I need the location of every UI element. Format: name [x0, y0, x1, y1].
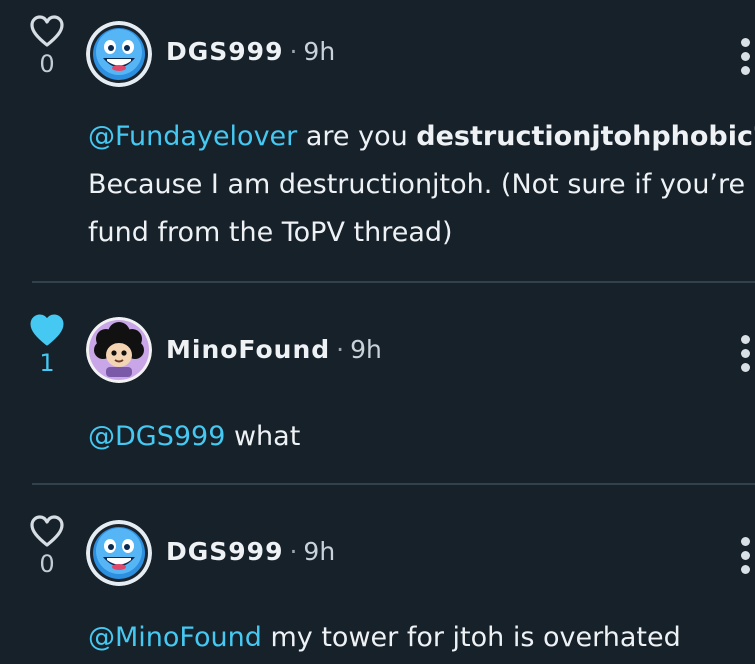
blue-smiley-avatar-icon — [86, 520, 152, 586]
comment-bold-text: destructionjtohphobic? — [416, 121, 755, 152]
separator-dot: · — [289, 537, 298, 566]
sheep-avatar-icon — [86, 317, 152, 383]
avatar[interactable] — [86, 317, 152, 383]
like-count: 1 — [39, 349, 55, 377]
blue-smiley-avatar-icon — [86, 21, 152, 87]
like-count: 0 — [39, 550, 55, 578]
comment-text: are you — [297, 121, 417, 152]
comment-body: @DGS999 what — [88, 413, 755, 461]
comment-line: @DGS999 what — [88, 413, 755, 461]
divider — [32, 281, 755, 283]
avatar[interactable] — [86, 21, 152, 87]
more-options-icon[interactable] — [741, 335, 755, 377]
timestamp: 9h — [303, 37, 336, 66]
like-button[interactable]: 1 — [22, 313, 72, 377]
divider — [32, 483, 755, 485]
heart-outline-icon[interactable] — [29, 14, 65, 48]
comment-line: fund from the ToPV thread) — [88, 217, 453, 248]
comment-text: what — [225, 421, 301, 452]
timestamp: 9h — [303, 537, 336, 566]
mention-link[interactable]: @Fundayelover — [88, 121, 297, 152]
mention-link[interactable]: @DGS999 — [88, 421, 225, 452]
comment-text: my tower for jtoh is overhated — [261, 622, 681, 653]
mention-link[interactable]: @MinoFound — [88, 622, 262, 653]
comment-header: DGS999 · 9h — [166, 537, 335, 567]
more-options-icon[interactable] — [741, 38, 755, 80]
heart-filled-icon[interactable] — [29, 313, 65, 347]
username[interactable]: DGS999 — [166, 37, 283, 66]
like-button[interactable]: 0 — [22, 514, 72, 578]
comment-body: @Fundayelover are you destructionjtohpho… — [88, 113, 755, 257]
heart-outline-icon[interactable] — [29, 514, 65, 548]
username[interactable]: DGS999 — [166, 537, 283, 566]
like-button[interactable]: 0 — [22, 14, 72, 78]
comment-header: MinoFound · 9h — [166, 335, 382, 365]
comment-line: @MinoFound my tower for jtoh is overhate… — [88, 614, 755, 662]
avatar[interactable] — [86, 520, 152, 586]
comment-body: @MinoFound my tower for jtoh is overhate… — [88, 614, 755, 662]
more-options-icon[interactable] — [741, 537, 755, 579]
comment-line: Because I am destructionjtoh. (Not sure … — [88, 169, 746, 200]
like-count: 0 — [39, 50, 55, 78]
separator-dot: · — [336, 335, 345, 364]
separator-dot: · — [289, 37, 298, 66]
username[interactable]: MinoFound — [166, 335, 330, 364]
comment-header: DGS999 · 9h — [166, 37, 335, 67]
timestamp: 9h — [350, 335, 382, 364]
comment-line: @Fundayelover are you destructionjtohpho… — [88, 113, 755, 161]
